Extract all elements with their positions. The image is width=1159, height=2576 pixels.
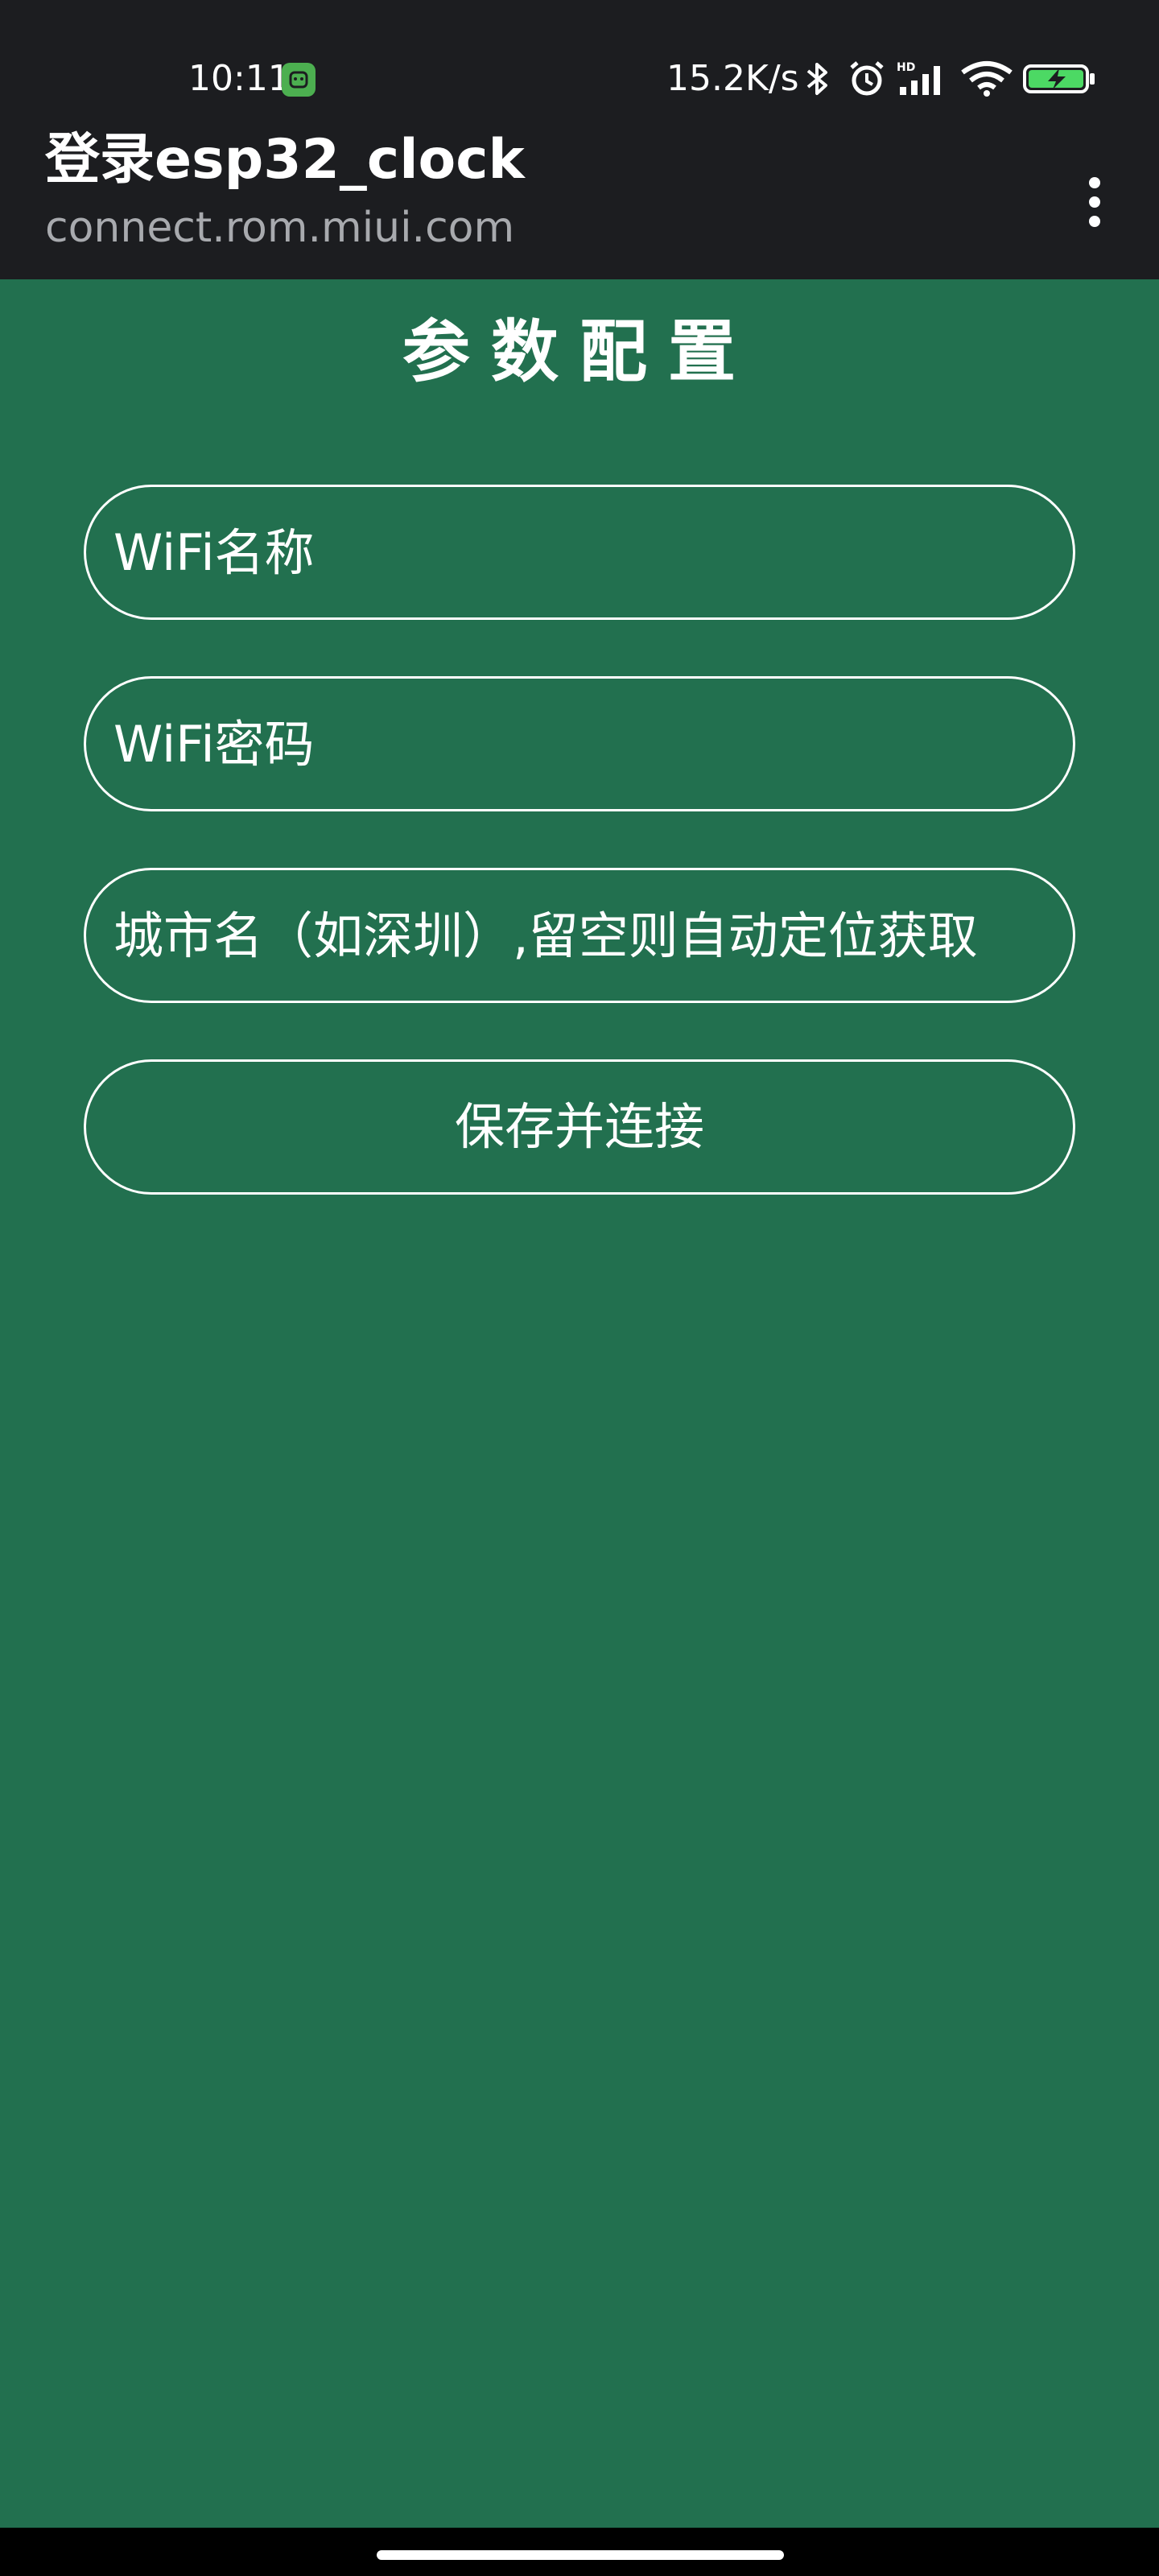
page-title: 登录esp32_clock: [45, 128, 525, 192]
network-speed: 15.2K/s: [666, 58, 799, 99]
bluetooth-icon: [805, 60, 831, 98]
form-title: 参数配置: [402, 312, 757, 391]
title-bar: 登录esp32_clock connect.rom.miui.com: [0, 121, 1159, 279]
navigation-bar: [0, 2528, 1159, 2576]
app-notification-icon: [282, 63, 316, 97]
battery-charging-icon: [1022, 60, 1096, 98]
city-input[interactable]: [84, 868, 1075, 1003]
page-url: connect.rom.miui.com: [45, 204, 515, 252]
wifi-ssid-input[interactable]: [84, 485, 1075, 620]
wifi-icon: [959, 60, 1014, 98]
wifi-password-input[interactable]: [84, 676, 1075, 811]
save-connect-button[interactable]: 保存并连接: [84, 1059, 1075, 1195]
hd-signal-icon: HD: [897, 60, 948, 98]
browser-header: 10:11 15.2K/s HD 登录esp32_clock connect.r…: [0, 0, 1159, 279]
alarm-icon: [847, 60, 887, 98]
status-time: 10:11: [188, 58, 291, 99]
more-options-icon[interactable]: [1070, 158, 1119, 246]
config-page: 参数配置 保存并连接: [0, 279, 1159, 2528]
home-indicator[interactable]: [377, 2550, 784, 2560]
svg-text:HD: HD: [897, 61, 915, 74]
